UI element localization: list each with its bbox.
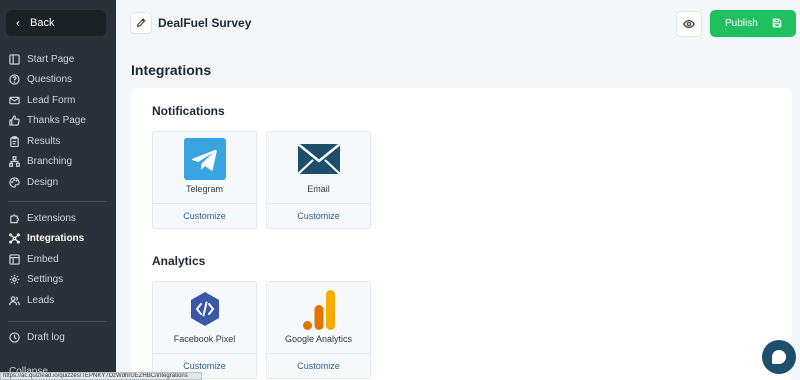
sidebar-divider xyxy=(8,321,107,322)
gear-icon xyxy=(9,274,20,285)
layout-icon xyxy=(9,54,20,65)
email-envelope-logo xyxy=(267,138,370,180)
sidebar-item-branching[interactable]: Branching xyxy=(0,152,116,173)
sidebar-item-start-page[interactable]: Start Page xyxy=(0,49,116,70)
sidebar-item-draft-log[interactable]: Draft log xyxy=(0,327,116,348)
mail-icon xyxy=(9,95,20,106)
sidebar-item-label: Embed xyxy=(27,253,59,265)
sidebar-nav-tertiary: Draft log xyxy=(0,327,116,348)
sidebar-item-thanks-page[interactable]: Thanks Page xyxy=(0,111,116,132)
integration-card-email[interactable]: Email Customize xyxy=(266,131,371,229)
integration-card-facebook-pixel[interactable]: Facebook Pixel Customize xyxy=(152,281,257,379)
integration-card-google-analytics[interactable]: Google Analytics Customize xyxy=(266,281,371,379)
chat-button[interactable] xyxy=(762,340,796,374)
question-icon xyxy=(9,74,20,85)
edit-title-button[interactable] xyxy=(130,12,152,34)
clock-icon xyxy=(9,332,20,343)
sidebar-item-label: Thanks Page xyxy=(27,115,86,127)
integration-card-telegram[interactable]: Telegram Customize xyxy=(152,131,257,229)
sidebar-item-extensions[interactable]: Extensions xyxy=(0,208,116,229)
back-button[interactable]: ‹ Back xyxy=(6,10,106,36)
sidebar-item-label: Start Page xyxy=(27,53,75,65)
sidebar-item-label: Leads xyxy=(27,294,55,306)
status-bar-url: https://ac.quizlead.io/quizzes/TEPNKY7Dz… xyxy=(0,372,202,380)
page-title: Integrations xyxy=(131,62,212,78)
sidebar-nav-primary: Start Page Questions Lead Form Thanks Pa… xyxy=(0,49,116,193)
sidebar-item-settings[interactable]: Settings xyxy=(0,270,116,291)
top-header: DealFuel Survey Publish xyxy=(116,0,800,46)
sidebar-nav-secondary: Extensions Integrations Embed Settings L… xyxy=(0,208,116,311)
sidebar-item-label: Questions xyxy=(27,74,73,86)
clipboard-icon xyxy=(9,135,20,147)
integration-name: Telegram xyxy=(185,184,223,194)
sidebar-item-label: Results xyxy=(27,135,61,147)
sidebar-item-results[interactable]: Results xyxy=(0,131,116,152)
sidebar-item-label: Extensions xyxy=(27,212,76,224)
pencil-icon xyxy=(136,18,146,28)
users-icon xyxy=(9,295,20,306)
publish-button[interactable]: Publish xyxy=(710,10,796,37)
preview-button[interactable] xyxy=(676,11,702,37)
integration-name: Facebook Pixel xyxy=(173,334,236,344)
back-label: Back xyxy=(30,17,55,29)
branch-icon xyxy=(9,156,20,168)
customize-link[interactable]: Customize xyxy=(153,203,256,228)
chevron-left-icon: ‹ xyxy=(16,16,20,30)
sidebar-item-lead-form[interactable]: Lead Form xyxy=(0,90,116,111)
sidebar-item-leads[interactable]: Leads xyxy=(0,290,116,311)
thumbs-up-icon xyxy=(9,115,20,126)
save-icon xyxy=(772,18,782,28)
palette-icon xyxy=(9,177,20,188)
sidebar-item-label: Design xyxy=(27,176,59,188)
sidebar-item-label: Branching xyxy=(27,156,73,168)
sidebar-divider xyxy=(8,201,107,202)
integration-name: Google Analytics xyxy=(284,334,353,344)
survey-title: DealFuel Survey xyxy=(158,16,252,30)
section-title-analytics: Analytics xyxy=(152,254,206,268)
sidebar-item-label: Settings xyxy=(27,274,64,286)
embed-icon xyxy=(9,254,20,265)
sidebar-item-embed[interactable]: Embed xyxy=(0,249,116,270)
integrations-icon xyxy=(9,233,20,244)
google-analytics-logo xyxy=(267,288,370,330)
eye-icon xyxy=(683,19,695,29)
sidebar: ‹ Back Start Page Questions Lead Form Th… xyxy=(0,0,116,380)
puzzle-icon xyxy=(9,213,20,224)
sidebar-item-integrations[interactable]: Integrations xyxy=(0,229,116,250)
section-title-notifications: Notifications xyxy=(152,104,225,118)
customize-link[interactable]: Customize xyxy=(267,353,370,378)
integration-name: Email xyxy=(307,184,330,194)
sidebar-item-label: Lead Form xyxy=(27,94,76,106)
sidebar-item-design[interactable]: Design xyxy=(0,172,116,193)
sidebar-item-label: Integrations xyxy=(27,233,85,245)
sidebar-item-label: Draft log xyxy=(27,331,65,343)
customize-link[interactable]: Customize xyxy=(267,203,370,228)
telegram-logo xyxy=(153,138,256,180)
sidebar-item-questions[interactable]: Questions xyxy=(0,70,116,91)
integrations-panel: Notifications Telegram Customize Email C… xyxy=(131,88,792,380)
chat-bubble-icon xyxy=(772,350,786,364)
facebook-pixel-logo xyxy=(153,288,256,330)
publish-label: Publish xyxy=(725,18,758,29)
